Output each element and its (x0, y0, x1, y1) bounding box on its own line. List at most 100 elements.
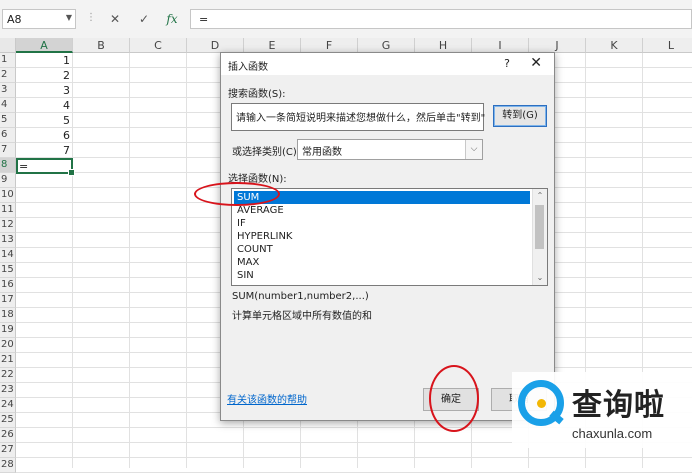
function-syntax: SUM(number1,number2,...) (232, 291, 369, 302)
column-header-f[interactable]: F (301, 38, 358, 53)
row-header-15[interactable]: 15 (0, 263, 16, 278)
name-box-value: A8 (7, 13, 22, 26)
scroll-thumb[interactable] (535, 205, 544, 249)
row-header-27[interactable]: 27 (0, 443, 16, 458)
formula-value: = (199, 13, 209, 26)
cell-a7[interactable]: 7 (16, 143, 72, 158)
cell-a3[interactable]: 3 (16, 83, 72, 98)
row-header-3[interactable]: 3 (0, 83, 16, 98)
magnifier-logo-icon (518, 380, 564, 426)
category-value: 常用函数 (302, 147, 342, 158)
formula-input[interactable]: = (191, 9, 692, 29)
dialog-title: 插入函数 (228, 62, 268, 73)
column-header-k[interactable]: K (586, 38, 643, 53)
search-label: 搜索函数(S): (228, 89, 286, 100)
row-header-11[interactable]: 11 (0, 203, 16, 218)
row-header-14[interactable]: 14 (0, 248, 16, 263)
function-item-count[interactable]: COUNT (234, 243, 530, 256)
row-header-8[interactable]: 8 (0, 158, 16, 173)
select-all-corner[interactable] (0, 38, 16, 53)
row-header-1[interactable]: 1 (0, 53, 16, 68)
row-header-26[interactable]: 26 (0, 428, 16, 443)
active-cell-a8[interactable]: = (16, 158, 75, 176)
function-item-max[interactable]: MAX (234, 256, 530, 269)
gridline-vertical (129, 53, 130, 468)
scroll-up-icon[interactable]: ⌃ (533, 189, 547, 203)
row-header-17[interactable]: 17 (0, 293, 16, 308)
enter-icon[interactable]: ✓ (133, 10, 155, 28)
chevron-down-icon[interactable]: ▼ (66, 13, 72, 22)
watermark-logo: 查询啦 chaxunla.com (512, 372, 692, 448)
column-header-d[interactable]: D (187, 38, 244, 53)
function-description: 计算单元格区域中所有数值的和 (232, 311, 372, 322)
row-header-6[interactable]: 6 (0, 128, 16, 143)
row-header-9[interactable]: 9 (0, 173, 16, 188)
row-header-21[interactable]: 21 (0, 353, 16, 368)
row-header-16[interactable]: 16 (0, 278, 16, 293)
scroll-down-icon[interactable]: ⌄ (533, 271, 547, 285)
logo-dot (537, 399, 546, 408)
column-header-a[interactable]: A (16, 38, 73, 53)
column-header-h[interactable]: H (415, 38, 472, 53)
column-header-c[interactable]: C (130, 38, 187, 53)
row-header-10[interactable]: 10 (0, 188, 16, 203)
chevron-down-icon[interactable]: ⌵ (465, 140, 482, 159)
annotation-oval-ok (429, 365, 479, 432)
insert-function-icon[interactable]: fx (161, 10, 183, 28)
row-header-28[interactable]: 28 (0, 458, 16, 473)
row-header-18[interactable]: 18 (0, 308, 16, 323)
goto-button[interactable]: 转到(G) (493, 105, 547, 127)
column-header-e[interactable]: E (244, 38, 301, 53)
row-header-7[interactable]: 7 (0, 143, 16, 158)
row-header-4[interactable]: 4 (0, 98, 16, 113)
cell-a2[interactable]: 2 (16, 68, 72, 83)
name-box[interactable]: A8 ▼ (2, 9, 76, 29)
column-header-i[interactable]: I (472, 38, 529, 53)
insert-function-dialog: 插入函数 ? ✕ 搜索函数(S): 请输入一条简短说明来描述您想做什么，然后单击… (220, 52, 555, 421)
help-icon[interactable]: ? (504, 57, 510, 70)
row-header-12[interactable]: 12 (0, 218, 16, 233)
list-scrollbar[interactable]: ⌃ ⌄ (532, 189, 547, 285)
function-listbox[interactable]: SIN MAX COUNT HYPERLINK IF AVERAGE SUM ⌃ ⌄ (231, 188, 548, 286)
row-header-19[interactable]: 19 (0, 323, 16, 338)
cell-a4[interactable]: 4 (16, 98, 72, 113)
row-header-13[interactable]: 13 (0, 233, 16, 248)
fill-handle[interactable] (68, 169, 75, 176)
watermark-url: chaxunla.com (572, 426, 653, 441)
close-icon[interactable]: ✕ (530, 55, 542, 71)
annotation-oval-sum (194, 182, 280, 206)
function-help-link[interactable]: 有关该函数的帮助 (227, 391, 307, 406)
gridline-horizontal (16, 457, 692, 458)
category-label: 或选择类别(C): (232, 147, 301, 158)
function-item-sin[interactable]: SIN (234, 269, 530, 282)
row-header-25[interactable]: 25 (0, 413, 16, 428)
search-function-input[interactable]: 请输入一条简短说明来描述您想做什么，然后单击"转到" (231, 103, 486, 131)
column-header-j[interactable]: J (529, 38, 586, 53)
row-header-5[interactable]: 5 (0, 113, 16, 128)
row-header-2[interactable]: 2 (0, 68, 16, 83)
logo-tail (549, 410, 564, 425)
active-cell-value: = (19, 160, 29, 173)
dialog-title-bar: 插入函数 ? ✕ (221, 53, 554, 75)
row-header-24[interactable]: 24 (0, 398, 16, 413)
formula-bar: A8 ▼ ⋮ ✕ ✓ fx = (0, 0, 692, 39)
gridline-vertical (186, 53, 187, 468)
cell-a6[interactable]: 6 (16, 128, 72, 143)
column-header-l[interactable]: L (643, 38, 692, 53)
row-header-20[interactable]: 20 (0, 338, 16, 353)
function-item-if[interactable]: IF (234, 217, 530, 230)
cell-a1[interactable]: 1 (16, 53, 72, 68)
category-select[interactable]: 常用函数 ⌵ (297, 139, 483, 160)
function-item-average[interactable]: AVERAGE (234, 204, 530, 217)
drag-handle-icon[interactable]: ⋮ (86, 12, 96, 26)
row-header-22[interactable]: 22 (0, 368, 16, 383)
row-header-23[interactable]: 23 (0, 383, 16, 398)
function-item-hyperlink[interactable]: HYPERLINK (234, 230, 530, 243)
cell-a5[interactable]: 5 (16, 113, 72, 128)
search-function-text: 请输入一条简短说明来描述您想做什么，然后单击"转到" (236, 113, 486, 124)
column-header-g[interactable]: G (358, 38, 415, 53)
gridline-vertical (72, 53, 73, 468)
cancel-icon[interactable]: ✕ (104, 10, 126, 28)
watermark-brand: 查询啦 (572, 388, 665, 423)
column-header-b[interactable]: B (73, 38, 130, 53)
